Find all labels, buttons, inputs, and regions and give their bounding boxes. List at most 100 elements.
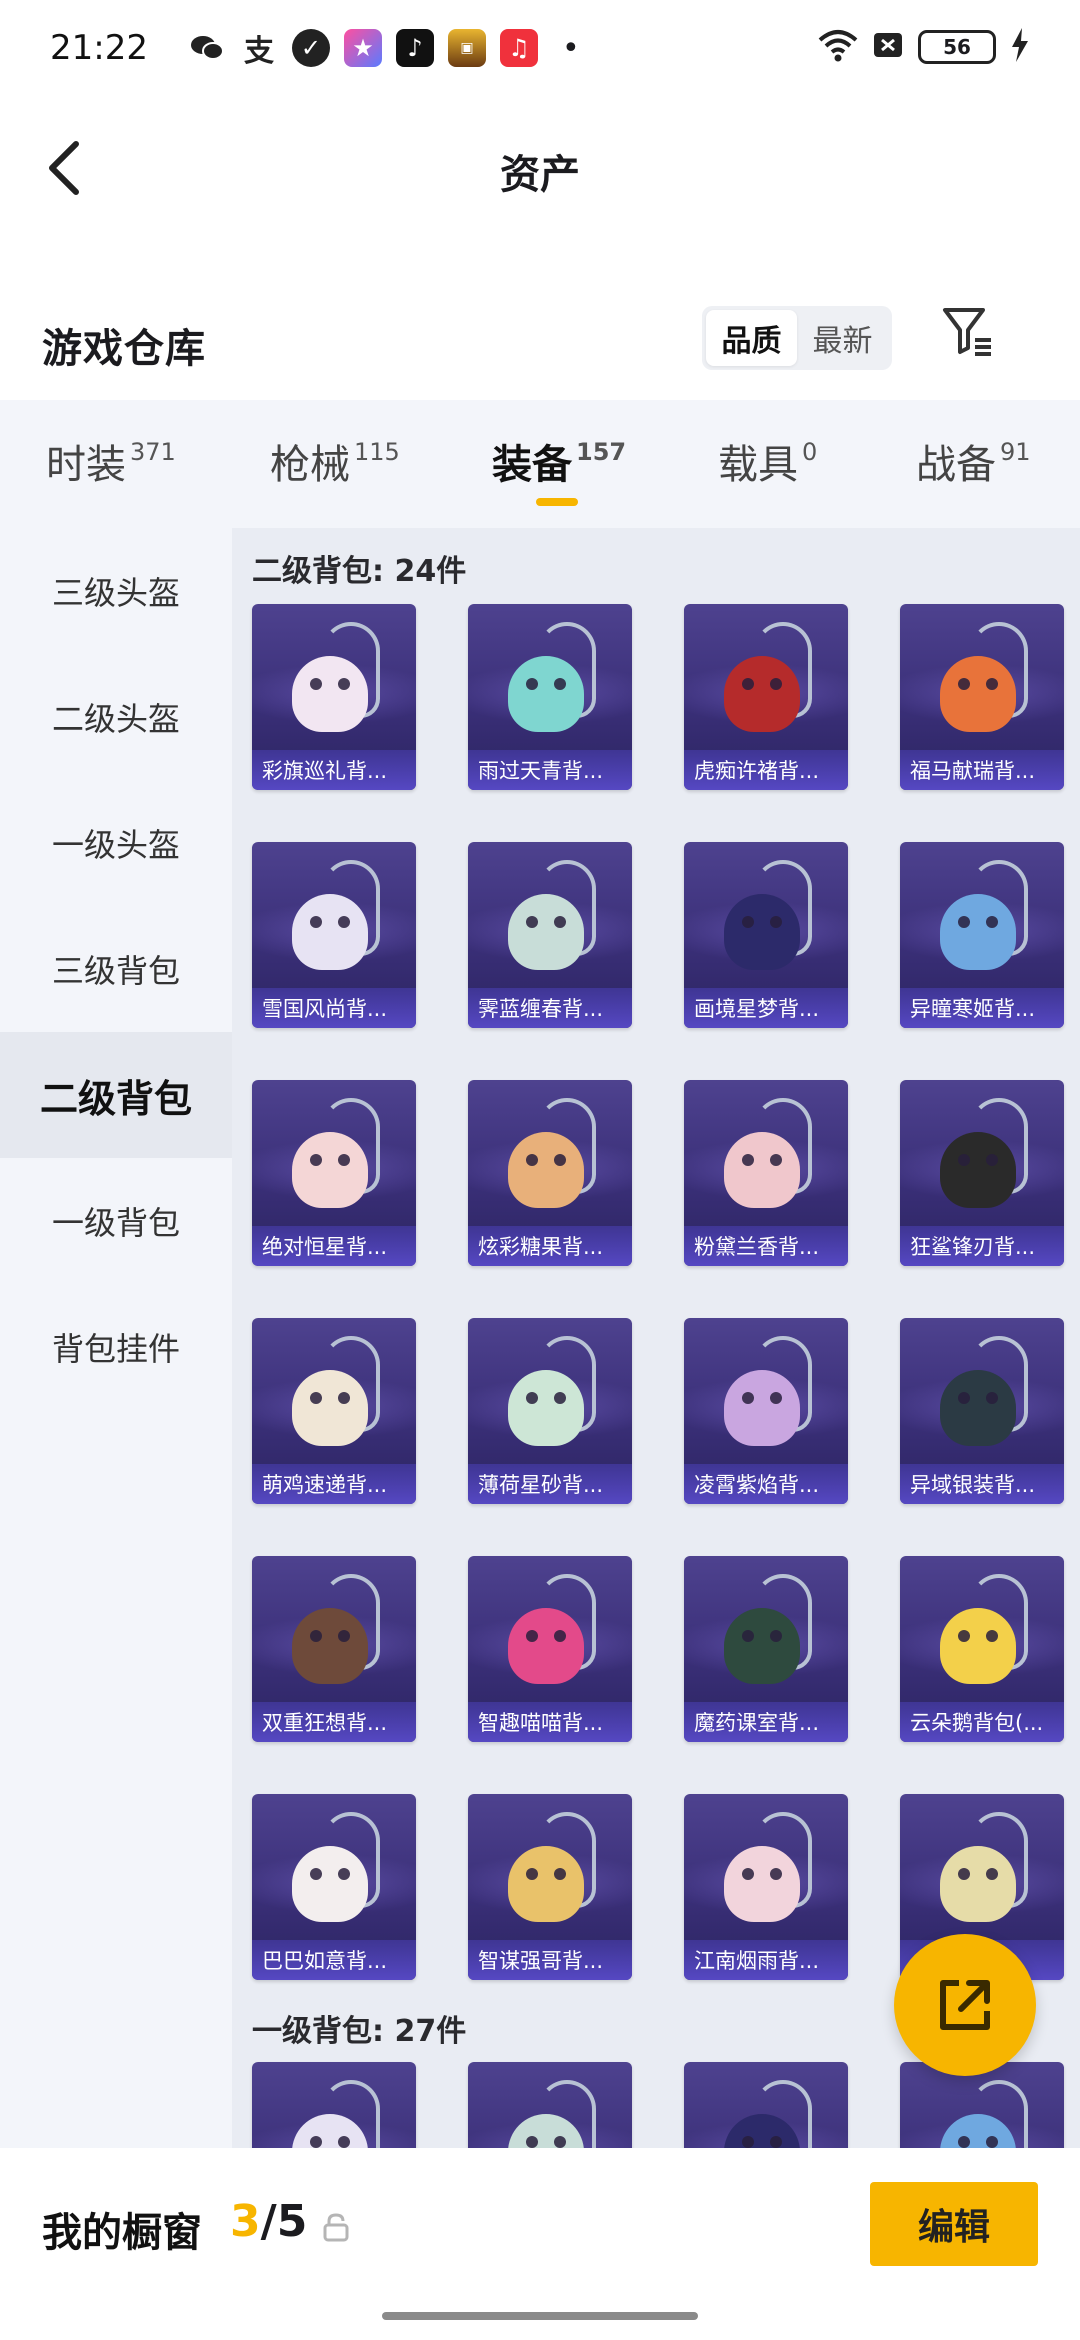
item-name: 异域银装背...: [900, 1464, 1064, 1504]
item-card[interactable]: 凌霄紫焰背...: [684, 1318, 848, 1504]
status-time: 21:22: [50, 28, 148, 68]
backpack-icon: [292, 1370, 368, 1446]
wifi-icon: [818, 28, 858, 66]
item-card[interactable]: [900, 2062, 1064, 2148]
sidebar-item-lv3-backpack[interactable]: 三级背包: [0, 906, 232, 1032]
item-card[interactable]: 炫彩糖果背...: [468, 1080, 632, 1266]
notification-icons: 支 ✓ ★ ♪ ▣ ♫ •: [187, 29, 580, 69]
item-card[interactable]: 智趣喵喵背...: [468, 1556, 632, 1742]
tab-count: 371: [130, 438, 176, 466]
item-card[interactable]: 粉黛兰香背...: [684, 1080, 848, 1266]
item-card[interactable]: 绝对恒星背...: [252, 1080, 416, 1266]
item-card[interactable]: 云朵鹅背包(...: [900, 1556, 1064, 1742]
item-card[interactable]: 虎痴许褚背...: [684, 604, 848, 790]
backpack-icon: [508, 656, 584, 732]
item-card[interactable]: 双重狂想背...: [252, 1556, 416, 1742]
backpack-icon: [940, 1846, 1016, 1922]
sidebar-item-lv3-helmet[interactable]: 三级头盔: [0, 528, 232, 654]
item-name: 云朵鹅背包(...: [900, 1702, 1064, 1742]
item-card[interactable]: 异瞳寒姬背...: [900, 842, 1064, 1028]
tab-count: 115: [354, 438, 400, 466]
item-name: 虎痴许褚背...: [684, 750, 848, 790]
item-name: 画境星梦背...: [684, 988, 848, 1028]
alipay-icon: 支: [239, 29, 278, 69]
system-status: 56: [818, 28, 1030, 66]
sidebar-item-lv1-helmet[interactable]: 一级头盔: [0, 780, 232, 906]
tab-equipment[interactable]: 装备 157: [492, 432, 626, 490]
item-card[interactable]: 雨过天青背...: [468, 604, 632, 790]
page-title: 资产: [500, 152, 580, 198]
external-link-icon: [940, 1980, 990, 2030]
item-card[interactable]: [252, 2062, 416, 2148]
item-card[interactable]: 彩旗巡礼背...: [252, 604, 416, 790]
item-name: 雨过天青背...: [468, 750, 632, 790]
section-title-lv2-backpack: 二级背包: 24件: [252, 554, 467, 589]
item-name: 薄荷星砂背...: [468, 1464, 632, 1504]
backpack-icon: [940, 656, 1016, 732]
item-grid-panel[interactable]: 二级背包: 24件 一级背包: 27件 彩旗巡礼背... 雨过天青背... 虎痴许褚…: [232, 528, 1080, 2148]
tiktok-icon: ♪: [395, 29, 434, 67]
item-card[interactable]: 雪国风尚背...: [252, 842, 416, 1028]
tab-label: 战备: [916, 442, 996, 488]
backpack-icon: [508, 1846, 584, 1922]
item-card[interactable]: 薄荷星砂背...: [468, 1318, 632, 1504]
tab-count: 157: [576, 438, 627, 466]
back-button[interactable]: [34, 138, 94, 198]
item-card[interactable]: 异域银装背...: [900, 1318, 1064, 1504]
backpack-icon: [940, 1370, 1016, 1446]
item-name: 魔药课室背...: [684, 1702, 848, 1742]
more-notifications-dot: •: [561, 30, 580, 66]
item-card[interactable]: 霁蓝缠春背...: [468, 842, 632, 1028]
status-bar: 21:22 支 ✓ ★ ♪ ▣ ♫ • 56: [0, 0, 1080, 96]
tab-label: 时装: [46, 442, 126, 488]
sort-newest[interactable]: 最新: [797, 310, 888, 366]
item-card[interactable]: 福马献瑞背...: [900, 604, 1064, 790]
tab-count: 91: [1000, 438, 1031, 466]
tab-label: 装备: [492, 442, 572, 488]
tab-combat-gear[interactable]: 战备 91: [916, 432, 1031, 490]
no-sim-icon: [872, 29, 904, 65]
backpack-icon: [508, 1608, 584, 1684]
item-card[interactable]: 萌鸡速递背...: [252, 1318, 416, 1504]
sidebar-item-backpack-charm[interactable]: 背包挂件: [0, 1284, 232, 1410]
item-card[interactable]: 狂鲨锋刃背...: [900, 1080, 1064, 1266]
sidebar-item-lv2-helmet[interactable]: 二级头盔: [0, 654, 232, 780]
sidebar-item-lv2-backpack[interactable]: 二级背包: [0, 1032, 232, 1158]
item-name: 智趣喵喵背...: [468, 1702, 632, 1742]
item-card[interactable]: 魔药课室背...: [684, 1556, 848, 1742]
shield-app-icon: ✓: [291, 29, 330, 67]
chevron-left-icon: [49, 141, 79, 195]
sidebar-item-lv1-backpack[interactable]: 一级背包: [0, 1158, 232, 1284]
item-card[interactable]: 巴巴如意背...: [252, 1794, 416, 1980]
item-card[interactable]: 智谋强哥背...: [468, 1794, 632, 1980]
tab-guns[interactable]: 枪械 115: [270, 432, 400, 490]
filter-button[interactable]: [938, 300, 998, 364]
backpack-icon: [508, 894, 584, 970]
item-name: 霁蓝缠春背...: [468, 988, 632, 1028]
item-name: 异瞳寒姬背...: [900, 988, 1064, 1028]
home-indicator[interactable]: [382, 2312, 698, 2320]
backpack-icon: [508, 1370, 584, 1446]
item-name: 炫彩糖果背...: [468, 1226, 632, 1266]
backpack-icon: [292, 894, 368, 970]
sort-quality[interactable]: 品质: [706, 310, 797, 366]
item-name: 彩旗巡礼背...: [252, 750, 416, 790]
item-card[interactable]: [468, 2062, 632, 2148]
showcase-current: 3: [230, 2196, 261, 2247]
tab-label: 载具: [718, 442, 798, 488]
star-app-icon: ★: [343, 29, 382, 67]
edit-showcase-button[interactable]: 编辑: [870, 2182, 1038, 2266]
tab-label: 枪械: [270, 442, 350, 488]
tab-vehicles[interactable]: 载具 0: [718, 432, 817, 490]
share-fab-button[interactable]: [894, 1934, 1036, 2076]
item-name: 巴巴如意背...: [252, 1940, 416, 1980]
item-card[interactable]: 画境星梦背...: [684, 842, 848, 1028]
backpack-icon: [508, 1132, 584, 1208]
showcase-total: /5: [260, 2196, 308, 2247]
item-card[interactable]: [684, 2062, 848, 2148]
item-card[interactable]: 江南烟雨背...: [684, 1794, 848, 1980]
item-name: 粉黛兰香背...: [684, 1226, 848, 1266]
backpack-icon: [940, 1608, 1016, 1684]
item-name: 江南烟雨背...: [684, 1940, 848, 1980]
tab-fashion[interactable]: 时装 371: [46, 432, 176, 490]
